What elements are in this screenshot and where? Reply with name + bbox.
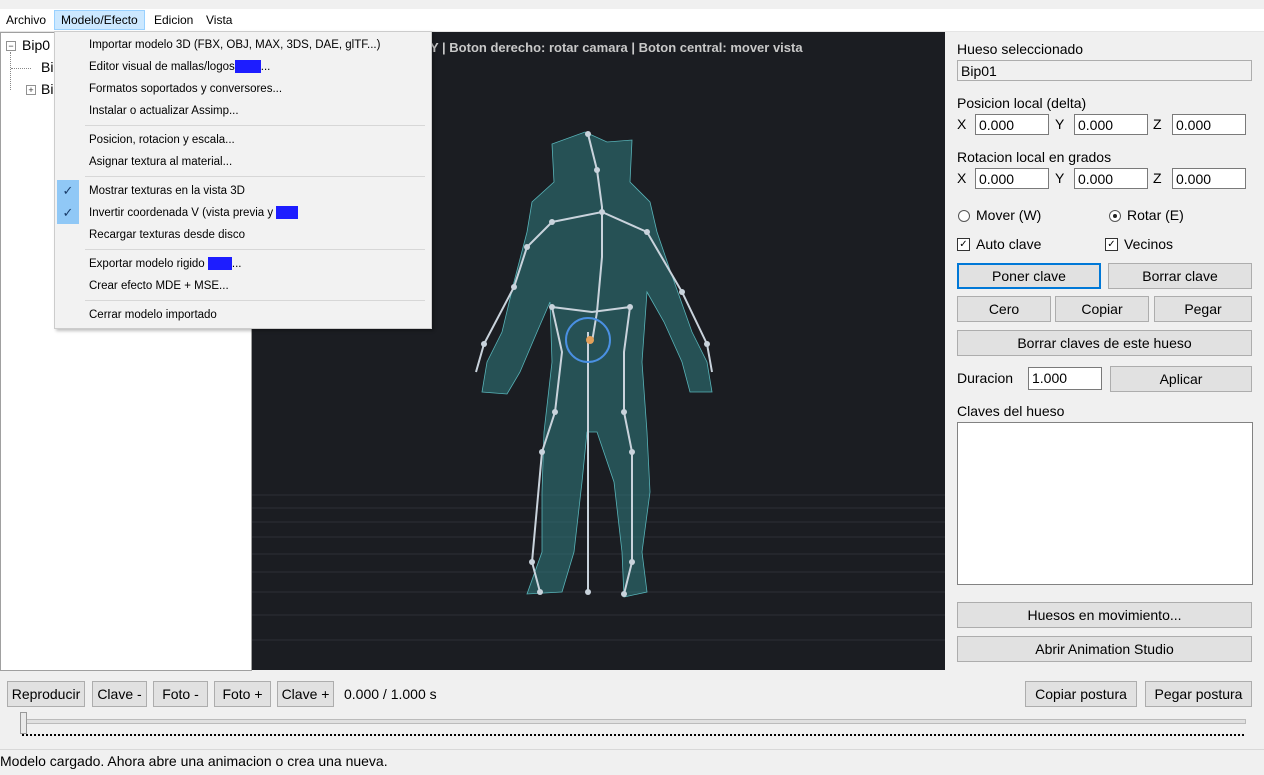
redaction (207, 257, 232, 271)
clave-menos-button[interactable]: Clave - (92, 681, 147, 707)
tree-line (10, 52, 12, 90)
menu-formatos[interactable]: Formatos soportados y conversores... (55, 78, 431, 100)
tree-node-child[interactable]: Bi (41, 59, 53, 75)
rotacion-label: Rotacion local en grados (957, 149, 1112, 165)
menu-vista[interactable]: Vista (200, 11, 238, 29)
aplicar-button[interactable]: Aplicar (1110, 366, 1252, 392)
tree-line (11, 68, 31, 69)
menu-cerrar-modelo[interactable]: Cerrar modelo importado (55, 304, 431, 326)
timeline-ticks (22, 734, 1244, 740)
menu-recargar-texturas[interactable]: Recargar texturas desde disco (55, 224, 431, 246)
expand-icon[interactable]: + (26, 85, 36, 95)
pos-z-input[interactable]: 0.000 (1172, 114, 1246, 135)
vecinos-checkbox[interactable]: ✓ (1105, 238, 1118, 251)
menu-separator (85, 249, 425, 250)
timeline-track[interactable] (20, 719, 1246, 724)
posicion-label: Posicion local (delta) (957, 95, 1087, 111)
rot-y-input[interactable]: 0.000 (1074, 168, 1148, 189)
pos-z-label: Z (1153, 116, 1162, 132)
timeline-thumb[interactable] (20, 712, 27, 734)
copiar-postura-button[interactable]: Copiar postura (1025, 681, 1137, 707)
menu-archivo[interactable]: Archivo (0, 11, 52, 29)
hueso-label: Hueso seleccionado (957, 41, 1084, 57)
borrar-claves-hueso-button[interactable]: Borrar claves de este hueso (957, 330, 1252, 356)
menu-exportar-rigido[interactable]: Exportar modelo rigido ... (55, 253, 431, 275)
rot-x-label: X (957, 170, 967, 186)
pos-x-label: X (957, 116, 967, 132)
viewport-hint: Y | Boton derecho: rotar camara | Boton … (430, 40, 803, 55)
rot-x-input[interactable]: 0.000 (975, 168, 1049, 189)
poner-clave-button[interactable]: Poner clave (957, 263, 1101, 289)
checkmark-icon: ✓ (57, 180, 79, 202)
mesh-wireframe (481, 131, 713, 598)
rot-z-label: Z (1153, 170, 1162, 186)
claves-label: Claves del hueso (957, 403, 1065, 419)
foto-mas-button[interactable]: Foto + (214, 681, 271, 707)
menu-asignar-textura[interactable]: Asignar textura al material... (55, 151, 431, 173)
checkmark-icon: ✓ (57, 202, 79, 224)
vecinos-label: Vecinos (1124, 236, 1174, 252)
pos-y-label: Y (1055, 116, 1065, 132)
menu-editor-visual[interactable]: Editor visual de mallas/logos... (55, 56, 431, 78)
modelo-efecto-dropdown: Importar modelo 3D (FBX, OBJ, MAX, 3DS, … (54, 31, 432, 329)
pegar-button[interactable]: Pegar (1154, 296, 1252, 322)
clave-mas-button[interactable]: Clave + (277, 681, 334, 707)
title-strip (0, 0, 1264, 9)
tree-node-root[interactable]: Bip0 (22, 37, 50, 53)
menu-bar: Archivo Modelo/Efecto Edicion Vista (0, 9, 1264, 32)
status-text: Modelo cargado. Ahora abre una animacion… (0, 753, 388, 769)
claves-list[interactable] (957, 422, 1253, 585)
hueso-field: Bip01 (957, 60, 1252, 81)
abrir-animation-studio-button[interactable]: Abrir Animation Studio (957, 636, 1252, 662)
time-readout: 0.000 / 1.000 s (344, 686, 437, 702)
redaction (276, 206, 299, 220)
menu-posicion-rotacion[interactable]: Posicion, rotacion y escala... (55, 129, 431, 151)
status-bar: Modelo cargado. Ahora abre una animacion… (0, 749, 1264, 775)
reproducir-button[interactable]: Reproducir (7, 681, 85, 707)
rot-y-label: Y (1055, 170, 1065, 186)
pegar-postura-button[interactable]: Pegar postura (1145, 681, 1252, 707)
menu-invertir-v[interactable]: ✓ Invertir coordenada V (vista previa y (55, 202, 431, 224)
menu-separator (85, 125, 425, 126)
cero-button[interactable]: Cero (957, 296, 1051, 322)
redaction (234, 60, 261, 74)
huesos-movimiento-button[interactable]: Huesos en movimiento... (957, 602, 1252, 628)
menu-edicion[interactable]: Edicion (148, 11, 199, 29)
rotar-radio[interactable] (1109, 210, 1121, 222)
mover-radio[interactable] (958, 210, 970, 222)
tree-node-child[interactable]: Bi (41, 81, 53, 97)
auto-clave-checkbox[interactable]: ✓ (957, 238, 970, 251)
menu-modelo-efecto[interactable]: Modelo/Efecto (54, 10, 145, 30)
menu-separator (85, 176, 425, 177)
copiar-button[interactable]: Copiar (1055, 296, 1149, 322)
menu-separator (85, 300, 425, 301)
borrar-clave-button[interactable]: Borrar clave (1108, 263, 1252, 289)
menu-crear-efecto[interactable]: Crear efecto MDE + MSE... (55, 275, 431, 297)
menu-importar-modelo[interactable]: Importar modelo 3D (FBX, OBJ, MAX, 3DS, … (55, 34, 431, 56)
rotar-label: Rotar (E) (1127, 207, 1184, 223)
pos-x-input[interactable]: 0.000 (975, 114, 1049, 135)
rot-z-input[interactable]: 0.000 (1172, 168, 1246, 189)
duracion-input[interactable]: 1.000 (1028, 367, 1102, 390)
duracion-label: Duracion (957, 370, 1014, 386)
mover-label: Mover (W) (976, 207, 1042, 223)
menu-instalar-assimp[interactable]: Instalar o actualizar Assimp... (55, 100, 431, 122)
foto-menos-button[interactable]: Foto - (153, 681, 208, 707)
auto-clave-label: Auto clave (976, 236, 1042, 252)
menu-mostrar-texturas[interactable]: ✓ Mostrar texturas en la vista 3D (55, 180, 431, 202)
pos-y-input[interactable]: 0.000 (1074, 114, 1148, 135)
collapse-icon[interactable]: − (6, 41, 16, 51)
